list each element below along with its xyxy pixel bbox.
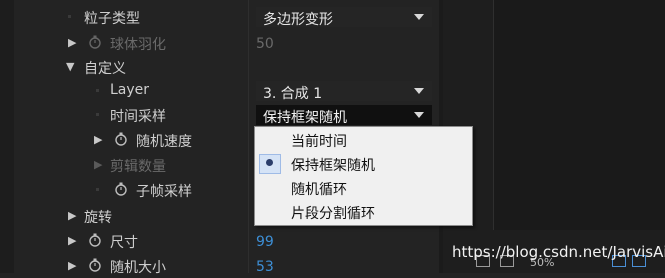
property-label: 旋转 [84, 210, 112, 226]
dropdown-value: 多边形变形 [263, 12, 333, 28]
property-label: 尺寸 [110, 235, 138, 251]
stopwatch-icon[interactable] [88, 233, 102, 247]
twirl-right-icon[interactable]: ▶ [68, 259, 76, 272]
twirl-right-icon[interactable]: ▶ [68, 36, 76, 49]
twirl-right-icon[interactable]: ▶ [94, 158, 102, 171]
tree-dot [68, 15, 71, 18]
stopwatch-icon[interactable] [114, 182, 128, 196]
property-label: 子帧采样 [136, 184, 192, 200]
stopwatch-icon[interactable] [114, 132, 128, 146]
property-label: 粒子类型 [84, 11, 140, 27]
property-row-size: ▶ 尺寸 99 [0, 229, 439, 253]
stopwatch-icon[interactable] [88, 258, 102, 272]
menu-item-split-clip-loop[interactable]: 片段分割循环 [255, 200, 472, 224]
dropdown-value: 保持框架随机 [263, 110, 347, 126]
property-row-custom: ▼ 自定义 [0, 55, 439, 79]
stopwatch-icon[interactable] [88, 35, 102, 49]
sphere-feather-value: 50 [256, 36, 274, 52]
menu-item-label: 当前时间 [291, 134, 347, 150]
property-label: 时间采样 [110, 109, 166, 125]
property-label: 随机大小 [110, 260, 166, 276]
menu-item-label: 随机循环 [291, 182, 347, 198]
size-value[interactable]: 99 [256, 234, 274, 250]
twirl-right-icon[interactable]: ▶ [68, 209, 76, 222]
menu-item-random-loop[interactable]: 随机循环 [255, 176, 472, 200]
menu-item-label: 保持框架随机 [291, 158, 375, 174]
property-label: 随机速度 [136, 134, 192, 150]
chevron-down-icon[interactable] [414, 88, 424, 94]
menu-item-label: 片段分割循环 [291, 206, 375, 222]
twirl-down-icon[interactable]: ▼ [66, 60, 74, 73]
particle-type-dropdown[interactable]: 多边形变形 [256, 7, 432, 28]
property-row-sphere-feather: ▶ 球体羽化 50 [0, 31, 439, 55]
property-label: 球体羽化 [110, 37, 166, 53]
layer-dropdown[interactable]: 3. 合成 1 [256, 81, 432, 102]
composition-viewer [493, 0, 665, 230]
property-row-random-size: ▶ 随机大小 53 [0, 254, 439, 278]
tree-dot [96, 113, 99, 116]
twirl-right-icon[interactable]: ▶ [68, 234, 76, 247]
property-label: 自定义 [84, 61, 126, 77]
property-label: 剪辑数量 [110, 159, 166, 175]
menu-item-current-time[interactable]: 当前时间 [255, 128, 472, 152]
tree-dot [96, 89, 99, 92]
time-sampling-dropdown[interactable]: 保持框架随机 [256, 105, 432, 126]
radio-selected-icon [266, 159, 273, 166]
watermark-text: https://blog.csdn.net/JarvisAi [452, 243, 665, 261]
menu-item-hold-random-frame[interactable]: 保持框架随机 [255, 152, 472, 176]
tree-dot [96, 188, 99, 191]
chevron-down-icon[interactable] [414, 112, 424, 118]
chevron-down-icon[interactable] [414, 14, 424, 20]
twirl-right-icon[interactable]: ▶ [94, 133, 102, 146]
time-sampling-menu: 当前时间 保持框架随机 随机循环 片段分割循环 [254, 126, 473, 226]
property-label: Layer [110, 82, 150, 98]
dropdown-value: 3. 合成 1 [263, 86, 323, 102]
